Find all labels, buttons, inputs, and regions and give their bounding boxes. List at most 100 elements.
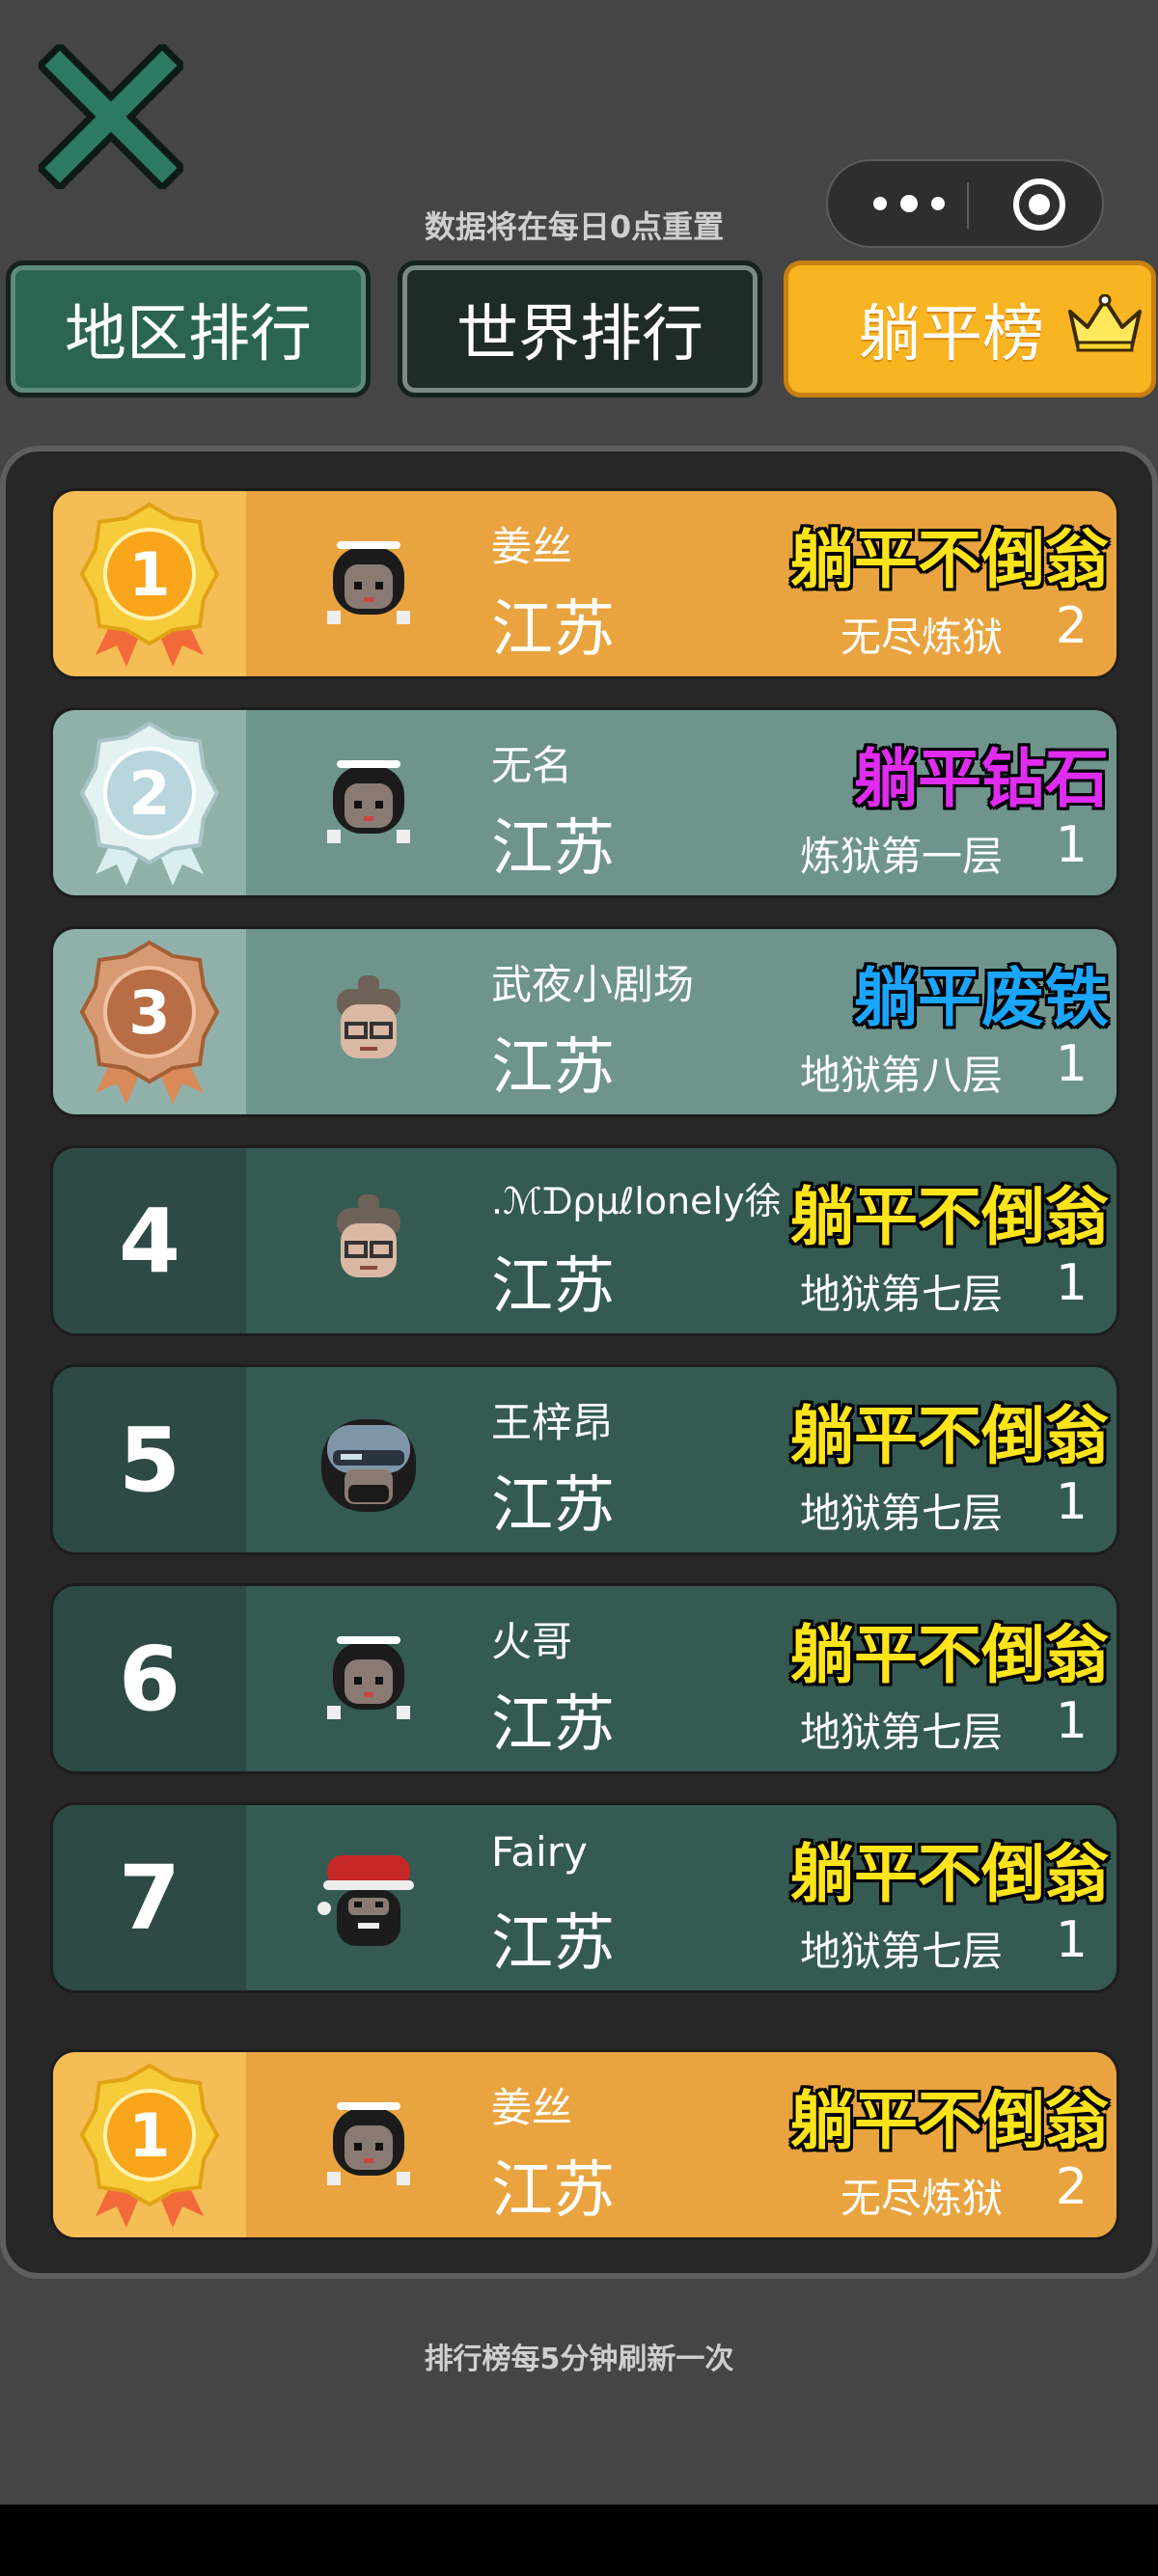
player-level: 无尽炼狱 xyxy=(840,2175,1003,2222)
ranking-row[interactable]: 4 .ℳᗪρμℓlonely徐 江苏 躺平不倒翁 地狱第七层 1 xyxy=(50,1145,1119,1336)
rank-number: 7 xyxy=(118,1846,180,1950)
player-title: 躺平不倒翁 xyxy=(790,2084,1109,2158)
player-region: 江苏 xyxy=(491,813,615,885)
player-count: 1 xyxy=(1055,1473,1088,1531)
player-region: 江苏 xyxy=(491,1908,615,1980)
player-name: 无名 xyxy=(491,742,573,789)
player-info: .ℳᗪρμℓlonely徐 江苏 躺平不倒翁 地狱第七层 1 xyxy=(246,1148,1117,1333)
player-name: 王梓昂 xyxy=(491,1399,614,1446)
player-count: 1 xyxy=(1055,1254,1088,1312)
player-name: 火哥 xyxy=(491,1618,573,1665)
rank-number: 5 xyxy=(118,1408,180,1512)
medal-rank-text: 2 xyxy=(128,758,170,829)
player-name: 姜丝 xyxy=(491,523,573,570)
medal-rank-text: 3 xyxy=(128,977,170,1048)
rank-number: 6 xyxy=(118,1627,180,1731)
player-info: Fairy 江苏 躺平不倒翁 地狱第七层 1 xyxy=(246,1805,1117,1990)
player-info: 王梓昂 江苏 躺平不倒翁 地狱第七层 1 xyxy=(246,1367,1117,1552)
tab-label: 躺平榜 xyxy=(859,299,1044,370)
player-level: 地狱第七层 xyxy=(799,1490,1003,1537)
santa-avatar-icon xyxy=(317,1855,414,1946)
player-region: 江苏 xyxy=(491,2155,615,2227)
rank-cell: 3 xyxy=(53,929,246,1114)
medal-rank-text: 1 xyxy=(128,539,170,610)
player-level: 地狱第七层 xyxy=(799,1271,1003,1318)
rank-cell: 1 xyxy=(53,491,246,676)
rank-cell: 7 xyxy=(53,1805,246,1990)
rank-cell: 1 xyxy=(53,2052,246,2237)
tab-region-ranking[interactable]: 地区排行 xyxy=(6,260,371,397)
player-count: 2 xyxy=(1055,2158,1088,2216)
gold-medal-icon: 1 xyxy=(79,2063,220,2228)
close-button[interactable] xyxy=(35,41,187,193)
player-level: 无尽炼狱 xyxy=(840,614,1003,661)
exit-miniprogram-icon[interactable] xyxy=(1011,177,1067,233)
grandma-avatar-icon xyxy=(337,1194,400,1277)
player-count: 1 xyxy=(1055,816,1088,874)
rank-number: 4 xyxy=(118,1189,180,1293)
refresh-note: 排行榜每5分钟刷新一次 xyxy=(424,2343,734,2376)
player-name: 武夜小剧场 xyxy=(491,961,695,1008)
ranking-row[interactable]: 7 Fairy 江苏 躺平不倒翁 地狱第七层 1 xyxy=(50,1802,1119,1993)
player-level: 地狱第七层 xyxy=(799,1709,1003,1756)
player-info: 姜丝 江苏 躺平不倒翁 无尽炼狱 2 xyxy=(246,491,1117,676)
player-count: 1 xyxy=(1055,1035,1088,1093)
player-title: 躺平不倒翁 xyxy=(790,1618,1109,1692)
player-title: 躺平废铁 xyxy=(854,961,1109,1035)
player-count: 2 xyxy=(1055,597,1088,655)
miniprogram-capsule xyxy=(826,159,1104,248)
silver-medal-icon: 2 xyxy=(79,721,220,886)
capsule-divider xyxy=(967,182,969,229)
player-name: Fairy xyxy=(491,1828,588,1876)
rank-cell: 4 xyxy=(53,1148,246,1333)
player-title: 躺平不倒翁 xyxy=(790,1837,1109,1911)
player-info: 姜丝 江苏 躺平不倒翁 无尽炼狱 2 xyxy=(246,2052,1117,2237)
player-region: 江苏 xyxy=(491,1689,615,1761)
ranking-row[interactable]: 5 王梓昂 江苏 躺平不倒翁 地狱第七层 1 xyxy=(50,1364,1119,1555)
player-region: 江苏 xyxy=(491,1251,615,1323)
player-region: 江苏 xyxy=(491,1470,615,1542)
tab-label: 地区排行 xyxy=(65,299,312,370)
ranking-row[interactable]: 1 姜丝 江苏 躺平不倒翁 无尽炼狱 2 xyxy=(50,488,1119,679)
rank-cell: 2 xyxy=(53,710,246,895)
grandma-avatar-icon xyxy=(337,975,400,1058)
player-count: 1 xyxy=(1055,1692,1088,1750)
player-title: 躺平不倒翁 xyxy=(790,1180,1109,1254)
player-level: 炼狱第一层 xyxy=(799,833,1003,880)
girl-avatar-icon xyxy=(327,2102,410,2185)
my-ranking-row[interactable]: 1 姜丝 江苏 躺平不倒翁 无尽炼狱 2 xyxy=(50,2049,1119,2240)
helmet-avatar-icon xyxy=(321,1419,416,1512)
bronze-medal-icon: 3 xyxy=(79,940,220,1105)
player-info: 无名 江苏 躺平钻石 炼狱第一层 1 xyxy=(246,710,1117,895)
close-icon xyxy=(35,41,187,193)
player-info: 武夜小剧场 江苏 躺平废铁 地狱第八层 1 xyxy=(246,929,1117,1114)
crown-icon xyxy=(1068,294,1142,352)
tab-label: 世界排行 xyxy=(456,299,703,370)
tab-lying-flat-ranking[interactable]: 躺平榜 xyxy=(784,260,1156,397)
player-level: 地狱第八层 xyxy=(799,1052,1003,1099)
girl-avatar-icon xyxy=(327,541,410,624)
player-name: 姜丝 xyxy=(491,2084,573,2131)
player-title: 躺平不倒翁 xyxy=(790,523,1109,597)
tab-world-ranking[interactable]: 世界排行 xyxy=(398,260,762,397)
rank-cell: 6 xyxy=(53,1586,246,1771)
player-region: 江苏 xyxy=(491,1032,615,1104)
player-count: 1 xyxy=(1055,1911,1088,1969)
more-icon[interactable] xyxy=(868,192,950,215)
ranking-row[interactable]: 6 火哥 江苏 躺平不倒翁 地狱第七层 1 xyxy=(50,1583,1119,1774)
player-title: 躺平不倒翁 xyxy=(790,1399,1109,1473)
player-info: 火哥 江苏 躺平不倒翁 地狱第七层 1 xyxy=(246,1586,1117,1771)
ranking-row[interactable]: 2 无名 江苏 躺平钻石 炼狱第一层 1 xyxy=(50,707,1119,898)
ranking-row[interactable]: 3 武夜小剧场 江苏 躺平废铁 地狱第八层 1 xyxy=(50,926,1119,1117)
medal-rank-text: 1 xyxy=(128,2100,170,2171)
reset-note: 数据将在每日0点重置 xyxy=(424,208,725,245)
player-title: 躺平钻石 xyxy=(854,742,1109,816)
player-level: 地狱第七层 xyxy=(799,1928,1003,1975)
ranking-panel: 1 姜丝 江苏 躺平不倒翁 无尽炼狱 2 2 无名 江苏 躺平钻石 炼狱第一层 … xyxy=(0,446,1158,2279)
rank-cell: 5 xyxy=(53,1367,246,1552)
girl-avatar-icon xyxy=(327,1636,410,1719)
gold-medal-icon: 1 xyxy=(79,502,220,667)
player-name: .ℳᗪρμℓlonely徐 xyxy=(491,1180,782,1222)
system-bottom-bar xyxy=(0,2505,1158,2576)
player-region: 江苏 xyxy=(491,594,615,666)
